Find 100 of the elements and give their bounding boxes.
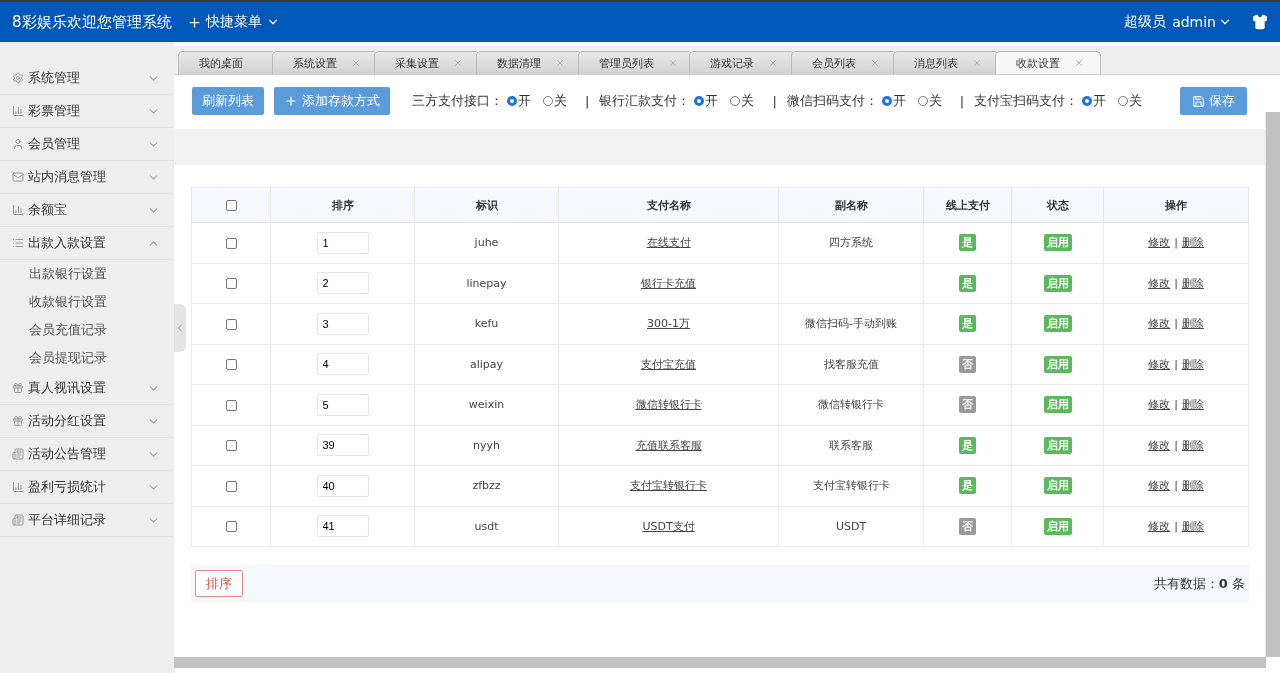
- sidebar-item[interactable]: 系统管理: [0, 62, 174, 95]
- collapse-handle[interactable]: [174, 304, 186, 352]
- order-input[interactable]: 5: [316, 393, 369, 416]
- newspaper-icon: [12, 514, 24, 526]
- order-input[interactable]: 1: [316, 231, 369, 254]
- column-header: 支付名称: [558, 187, 779, 223]
- column-header: 标识: [414, 187, 559, 223]
- horizontal-scrollbar[interactable]: [174, 657, 1266, 668]
- name-link[interactable]: 支付宝转银行卡: [630, 479, 707, 493]
- radio-option[interactable]: 开: [507, 92, 531, 110]
- name-link[interactable]: 银行卡充值: [641, 276, 696, 290]
- edit-link[interactable]: 修改: [1148, 438, 1171, 452]
- name-link[interactable]: 在线支付: [646, 236, 691, 250]
- separator: |: [1174, 357, 1178, 371]
- order-input[interactable]: 3: [316, 312, 369, 335]
- close-icon[interactable]: [1074, 58, 1084, 68]
- plus-icon: [187, 14, 202, 30]
- gift-icon: [12, 415, 24, 427]
- separator: |: [1174, 276, 1178, 290]
- delete-link[interactable]: 删除: [1181, 317, 1204, 331]
- edit-link[interactable]: 修改: [1148, 236, 1171, 250]
- order-input[interactable]: 40: [316, 474, 369, 497]
- status-badge: 启用: [1043, 396, 1072, 414]
- sidebar-item[interactable]: 盈利亏损统计: [0, 471, 174, 504]
- sidebar-subitem[interactable]: 出款银行设置: [0, 260, 174, 288]
- role-label: 超级员: [1124, 13, 1167, 31]
- checkbox[interactable]: [225, 521, 237, 533]
- radio-option[interactable]: 关: [730, 92, 755, 110]
- checkbox[interactable]: [225, 200, 237, 211]
- checkbox[interactable]: [225, 359, 237, 371]
- status-badge: 启用: [1043, 234, 1072, 252]
- checkbox[interactable]: [225, 480, 237, 492]
- switch-label: 支付宝扫码支付：: [974, 92, 1079, 110]
- sidebar-item[interactable]: 活动分红设置: [0, 405, 174, 438]
- sidebar-item[interactable]: 余额宝: [0, 194, 174, 227]
- sidebar-item[interactable]: 出款入款设置: [0, 227, 174, 260]
- edit-link[interactable]: 修改: [1148, 479, 1171, 493]
- radio-option[interactable]: 关: [1118, 92, 1143, 110]
- shirt-icon[interactable]: [1252, 14, 1268, 30]
- edit-link[interactable]: 修改: [1148, 317, 1171, 331]
- checkbox[interactable]: [225, 399, 237, 411]
- delete-link[interactable]: 删除: [1181, 479, 1204, 493]
- checkbox[interactable]: [225, 318, 237, 330]
- close-icon[interactable]: [453, 58, 463, 68]
- radio-option[interactable]: 开: [1082, 92, 1107, 110]
- name-link[interactable]: USDT支付: [642, 519, 695, 533]
- sidebar-subitem[interactable]: 收款银行设置: [0, 288, 174, 316]
- edit-link[interactable]: 修改: [1148, 398, 1171, 412]
- checkbox[interactable]: [225, 278, 237, 290]
- checkbox[interactable]: [225, 237, 237, 249]
- online-badge: 是: [959, 477, 976, 495]
- chart-icon: [12, 481, 24, 493]
- close-icon[interactable]: [768, 58, 778, 68]
- close-icon[interactable]: [870, 58, 880, 68]
- radio-option[interactable]: 关: [917, 92, 942, 110]
- delete-link[interactable]: 删除: [1181, 276, 1204, 290]
- sidebar-item[interactable]: 真人视讯设置: [0, 372, 174, 405]
- name-link[interactable]: 支付宝充值: [641, 357, 696, 371]
- switch-label: 银行汇款支付：: [599, 92, 691, 110]
- edit-link[interactable]: 修改: [1148, 519, 1171, 533]
- checkbox[interactable]: [225, 440, 237, 452]
- sidebar-item[interactable]: 彩票管理: [0, 95, 174, 128]
- sidebar-item[interactable]: 站内消息管理: [0, 161, 174, 194]
- sort-button[interactable]: 排序: [195, 570, 243, 597]
- sidebar-item[interactable]: 平台详细记录: [0, 504, 174, 537]
- radio-option[interactable]: 开: [694, 92, 719, 110]
- order-input[interactable]: 4: [316, 353, 369, 376]
- delete-link[interactable]: 删除: [1181, 438, 1204, 452]
- vertical-scrollbar[interactable]: [1265, 112, 1280, 657]
- tab[interactable]: 收款设置: [995, 51, 1101, 74]
- edit-link[interactable]: 修改: [1148, 357, 1171, 371]
- separator: |: [1174, 236, 1178, 250]
- order-input[interactable]: 39: [316, 434, 369, 457]
- edit-link[interactable]: 修改: [1148, 276, 1171, 290]
- close-icon[interactable]: [972, 58, 982, 68]
- online-badge: 是: [959, 274, 976, 292]
- delete-link[interactable]: 删除: [1181, 236, 1204, 250]
- status-badge: 启用: [1043, 274, 1072, 292]
- user-menu[interactable]: admin: [1172, 14, 1232, 30]
- order-input[interactable]: 2: [316, 272, 369, 295]
- order-input[interactable]: 41: [316, 515, 369, 538]
- separator: |: [1174, 317, 1178, 331]
- sidebar-subitem[interactable]: 会员提现记录: [0, 344, 174, 372]
- close-icon[interactable]: [351, 58, 361, 68]
- delete-link[interactable]: 删除: [1181, 398, 1204, 412]
- name-link[interactable]: 充值联系客服: [635, 438, 702, 452]
- name-link[interactable]: 300-1万: [647, 317, 690, 331]
- radio-option[interactable]: 关: [543, 92, 567, 110]
- app-title: 8彩娱乐欢迎您管理系统: [12, 12, 173, 32]
- close-icon[interactable]: [668, 58, 678, 68]
- delete-link[interactable]: 删除: [1181, 519, 1204, 533]
- name-link[interactable]: 微信转银行卡: [635, 398, 702, 412]
- sidebar-subitem[interactable]: 会员充值记录: [0, 316, 174, 344]
- close-icon[interactable]: [555, 58, 565, 68]
- sidebar-item[interactable]: 活动公告管理: [0, 438, 174, 471]
- radio-option[interactable]: 开: [881, 92, 906, 110]
- delete-link[interactable]: 删除: [1181, 357, 1204, 371]
- table-cell: kefu: [414, 303, 559, 344]
- quick-menu[interactable]: 快捷菜单: [187, 13, 280, 31]
- list-icon: [12, 237, 24, 249]
